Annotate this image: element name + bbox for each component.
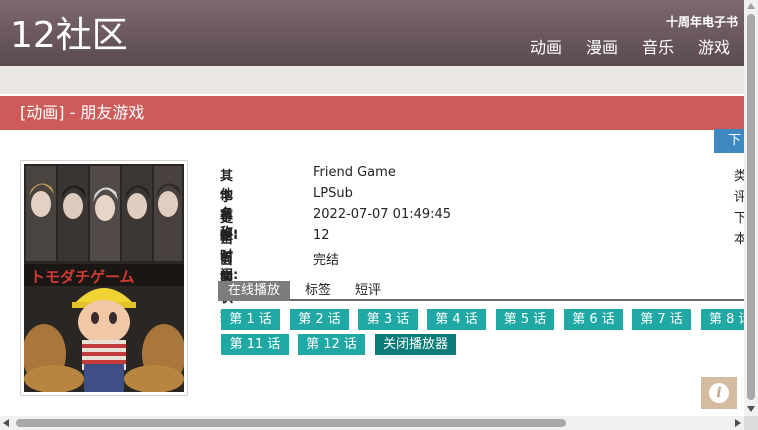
anniversary-ebook-link[interactable]: 十周年电子书 [666,13,738,30]
download-button[interactable]: 下载 [714,129,744,153]
tab-tags[interactable]: 标签 [305,281,331,301]
episode-button[interactable]: 第 3 话 [358,309,418,330]
tab-online-play[interactable]: 在线播放 [218,281,291,301]
nav-item-games[interactable]: 游戏 [698,38,730,58]
info-value: 完结 [313,253,340,268]
tab-short-reviews[interactable]: 短评 [355,281,381,301]
scroll-down-icon[interactable] [747,406,755,412]
anime-poster: トモダチゲーム [20,160,188,396]
info-glyph: i [709,383,729,403]
info-icon[interactable]: i [701,377,737,409]
poster-image: トモダチゲーム [24,164,184,392]
main-nav: 动画 漫画 音乐 游戏 [530,38,730,58]
episode-button[interactable]: 第 7 话 [632,309,691,330]
nav-item-anime[interactable]: 动画 [530,38,562,58]
scrollbar-corner [744,416,758,430]
info-value[interactable]: LPSub [313,186,353,201]
content-tabs: 在线播放 标签 短评 [218,281,744,301]
site-header: 12社区 十周年电子书 动画 漫画 音乐 游戏 [0,0,744,66]
right-info-item: 下 [734,211,744,226]
page-title-bar: [动画] - 朋友游戏 [0,96,744,130]
info-value: Friend Game [313,165,396,180]
page-title: [动画] - 朋友游戏 [20,103,145,122]
poster-title-text: トモダチゲーム [30,268,135,286]
vertical-scrollbar[interactable] [744,0,758,416]
info-value: 2022-07-07 01:49:45 [313,207,452,222]
episode-button[interactable]: 第 11 话 [221,334,289,355]
nav-item-manga[interactable]: 漫画 [586,38,618,58]
episode-button[interactable]: 第 12 话 [298,334,365,355]
right-info-column: 类 评 下 本 [734,163,744,247]
info-value: 12 [313,228,330,243]
scroll-up-icon[interactable] [747,3,755,9]
right-info-item: 本 [734,232,744,247]
vertical-scroll-thumb[interactable] [747,14,755,400]
close-player-button[interactable]: 关闭播放器 [375,334,456,355]
episode-button[interactable]: 第 8 话 [701,309,744,330]
scroll-left-icon[interactable] [3,419,9,427]
page: 12社区 十周年电子书 动画 漫画 音乐 游戏 [动画] - 朋友游戏 下载 [0,0,758,430]
horizontal-scrollbar[interactable] [0,416,744,430]
right-info-item: 类 [734,169,744,184]
right-info-item: 评 [734,190,744,205]
horizontal-scroll-thumb[interactable] [16,419,566,427]
episode-button[interactable]: 第 6 话 [564,309,623,330]
episode-button[interactable]: 第 1 话 [221,309,280,330]
episode-button[interactable]: 第 2 话 [290,309,349,330]
site-logo[interactable]: 12社区 [10,14,128,58]
scroll-right-icon[interactable] [735,419,741,427]
nav-item-music[interactable]: 音乐 [642,38,674,58]
episode-button[interactable]: 第 5 话 [496,309,554,330]
sub-nav-bar [0,66,744,94]
episode-button[interactable]: 第 4 话 [427,309,486,330]
